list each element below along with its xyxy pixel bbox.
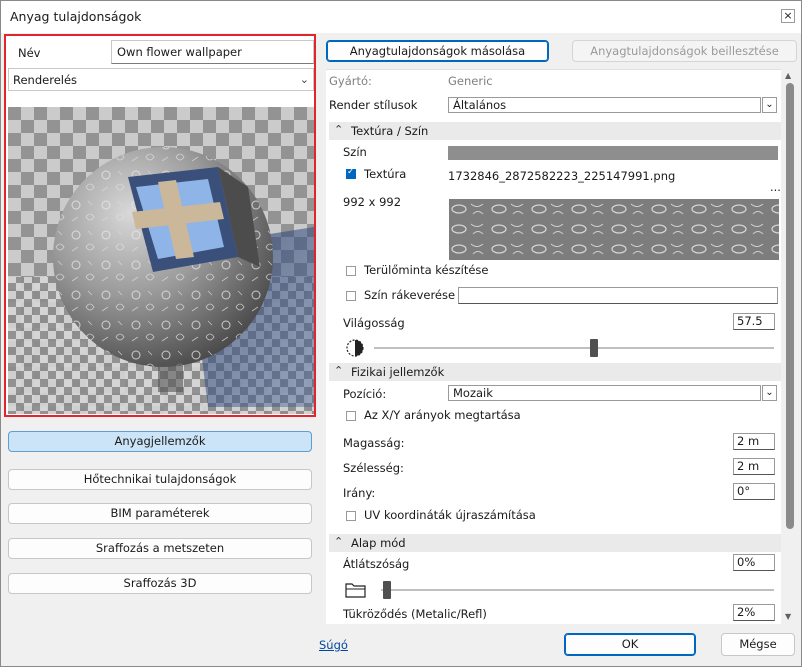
copy-properties-button[interactable]: Anyagtulajdonságok másolása — [326, 40, 549, 62]
brightness-slider-track[interactable] — [374, 347, 774, 349]
name-label: Név — [18, 46, 41, 60]
reflection-label: Tükröződés (Metalic/Refl) — [343, 607, 487, 621]
cancel-button[interactable]: Mégse — [721, 633, 795, 656]
collapse-icon: ⌃ — [334, 364, 344, 377]
collapse-icon: ⌃ — [334, 535, 344, 548]
brightness-label: Világosság — [343, 316, 405, 330]
texture-filename: 1732846_2872582223_225147991.png — [448, 169, 676, 183]
bim-parameters-button[interactable]: BIM paraméterek — [8, 503, 312, 524]
ok-button[interactable]: OK — [564, 633, 696, 656]
section-base-label: Alap mód — [351, 536, 406, 550]
brightness-slider-thumb[interactable] — [590, 339, 598, 357]
uv-checkbox[interactable] — [346, 511, 356, 521]
collapse-icon: ⌃ — [334, 123, 344, 136]
hatch-3d-button[interactable]: Sraffozás 3D — [8, 573, 312, 594]
chevron-down-icon[interactable]: ⌄ — [762, 385, 777, 401]
width-input[interactable]: 2 m — [733, 458, 775, 475]
scroll-down-icon[interactable]: ▼ — [785, 612, 791, 621]
texture-thumbnail — [449, 199, 779, 260]
material-properties-dialog: Anyag tulajdonságok × Név Own flower wal… — [0, 0, 802, 667]
title-bar: Anyag tulajdonságok × — [1, 1, 801, 33]
transparency-slider-track[interactable] — [381, 589, 774, 591]
name-row: Név Own flower wallpaper — [10, 40, 314, 64]
area-pattern-checkbox[interactable] — [346, 266, 356, 276]
color-mix-field[interactable] — [458, 287, 778, 304]
properties-scrollbar[interactable]: ▲ ▼ — [782, 69, 799, 624]
brightness-input[interactable]: 57.5 — [733, 313, 775, 330]
direction-label: Irány: — [343, 486, 376, 500]
section-base-mode[interactable]: ⌃ Alap mód — [329, 534, 781, 552]
render-style-select[interactable]: Általános — [448, 97, 761, 113]
paste-properties-button[interactable]: Anyagtulajdonságok beillesztése — [572, 40, 797, 62]
area-pattern-label: Terülőminta készítése — [364, 263, 489, 277]
color-swatch[interactable] — [448, 146, 778, 160]
preview-render — [8, 107, 314, 414]
width-label: Szélesség: — [343, 461, 404, 475]
transparency-input[interactable]: 0% — [733, 554, 775, 571]
section-texture-color[interactable]: ⌃ Textúra / Szín — [329, 122, 781, 140]
uv-label: UV koordináták újraszámítása — [364, 508, 536, 522]
scrollbar-thumb[interactable] — [786, 83, 794, 529]
chevron-down-icon[interactable]: ⌄ — [762, 97, 777, 113]
folder-icon[interactable] — [345, 581, 367, 599]
position-select[interactable]: Mozaik — [448, 385, 761, 401]
render-mode-value: Renderelés — [13, 73, 78, 87]
section-physical-label: Fizikai jellemzők — [351, 365, 445, 379]
height-label: Magasság: — [343, 436, 405, 450]
properties-panel: Gyártó: Generic Render stílusok Általáno… — [326, 69, 781, 624]
keep-xy-label: Az X/Y arányok megtartása — [364, 408, 521, 422]
manufacturer-value: Generic — [448, 74, 493, 88]
texture-label: Textúra — [364, 167, 407, 181]
texture-checkbox[interactable] — [346, 167, 356, 179]
material-preview-image — [8, 107, 314, 414]
window-title: Anyag tulajdonságok — [10, 9, 142, 24]
section-texture-label: Textúra / Szín — [351, 124, 429, 138]
render-style-label: Render stílusok — [329, 98, 418, 112]
color-mix-label: Szín rákeverése — [364, 288, 456, 302]
color-label: Szín — [343, 145, 367, 159]
help-link[interactable]: Súgó — [319, 638, 348, 652]
texture-browse-dots[interactable]: ... — [770, 180, 781, 194]
name-input[interactable]: Own flower wallpaper — [111, 40, 314, 64]
material-properties-button[interactable]: Anyagjellemzők — [8, 431, 312, 452]
chevron-down-icon: ⌄ — [299, 73, 309, 86]
close-button[interactable]: × — [781, 9, 795, 23]
transparency-slider-thumb[interactable] — [383, 581, 391, 599]
contrast-icon — [345, 338, 365, 358]
scroll-up-icon[interactable]: ▲ — [785, 71, 791, 80]
manufacturer-label: Gyártó: — [329, 74, 372, 88]
section-physical[interactable]: ⌃ Fizikai jellemzők — [329, 363, 781, 381]
texture-size: 992 x 992 — [343, 195, 402, 209]
reflection-input[interactable]: 2% — [733, 604, 775, 621]
height-input[interactable]: 2 m — [733, 433, 775, 450]
material-preview-panel: Név Own flower wallpaper Renderelés ⌄ — [4, 34, 316, 417]
thermal-properties-button[interactable]: Hőtechnikai tulajdonságok — [8, 469, 312, 490]
position-label: Pozíció: — [343, 387, 387, 401]
render-mode-select[interactable]: Renderelés ⌄ — [8, 68, 314, 91]
keep-xy-checkbox[interactable] — [346, 411, 356, 421]
color-mix-checkbox[interactable] — [346, 291, 356, 301]
section-hatch-button[interactable]: Sraffozás a metszeten — [8, 538, 312, 559]
transparency-label: Átlátszóság — [343, 557, 410, 571]
direction-input[interactable]: 0° — [733, 483, 775, 500]
